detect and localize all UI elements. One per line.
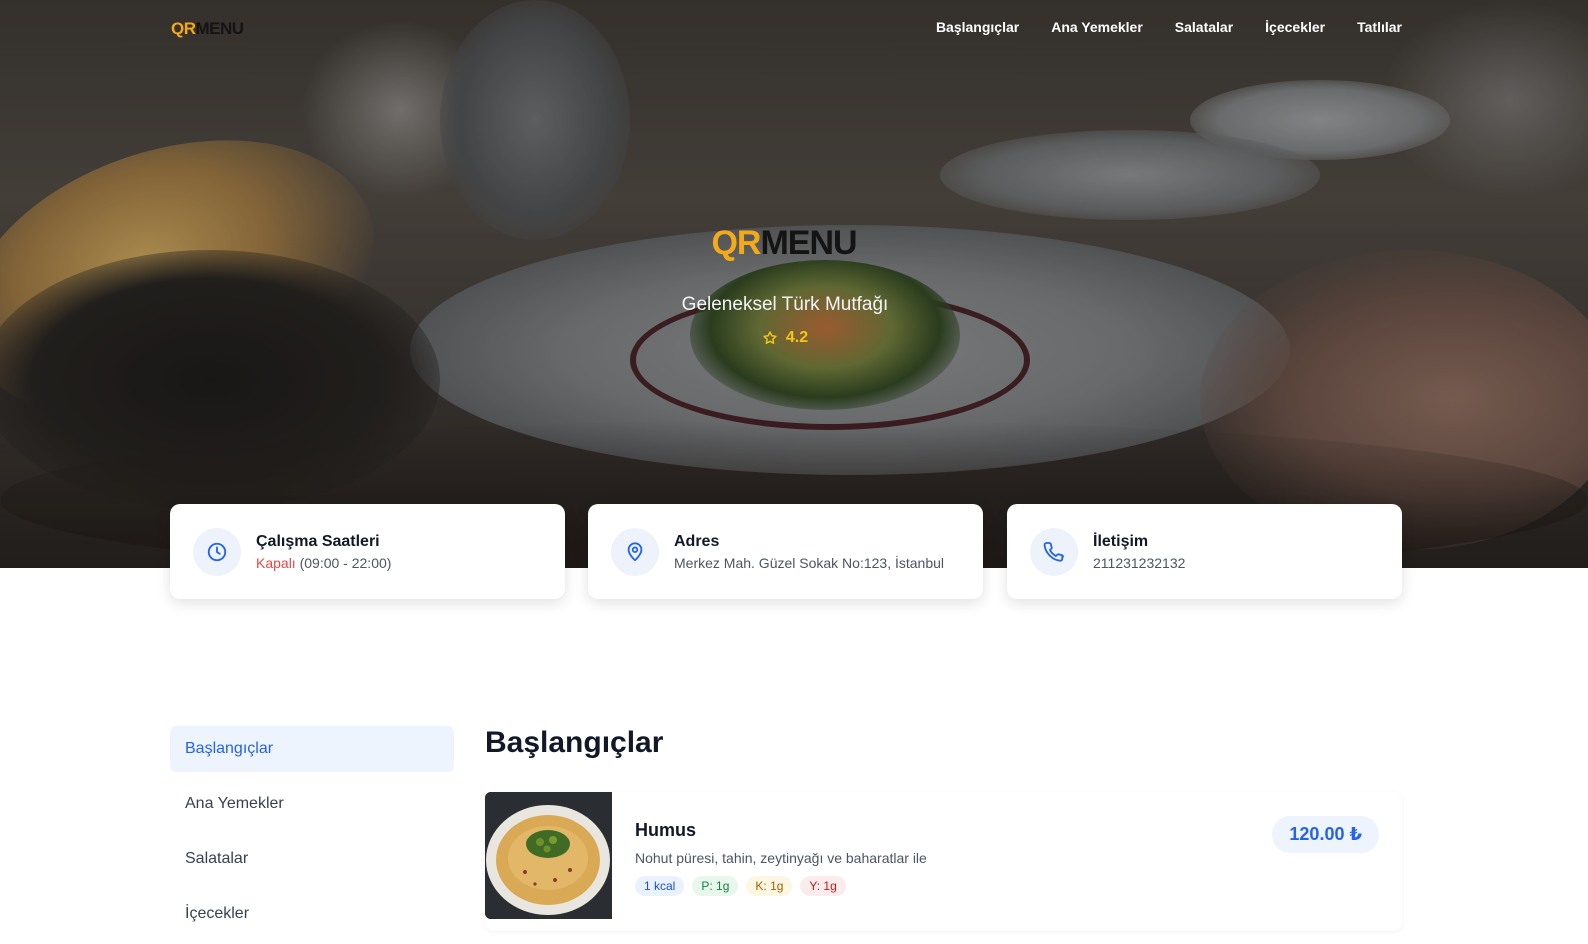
carb-badge: K: 1g <box>746 876 793 896</box>
dish-card[interactable]: Humus Nohut püresi, tahin, zeytinyağı ve… <box>485 792 1402 931</box>
nav-item-icecekler[interactable]: İçecekler <box>1265 19 1325 35</box>
sidebar-item-icecekler[interactable]: İçecekler <box>170 891 454 937</box>
hours-value: (09:00 - 22:00) <box>299 554 392 571</box>
address-card: Adres Merkez Mah. Güzel Sokak No:123, İs… <box>588 504 983 599</box>
protein-badge: P: 1g <box>692 876 739 896</box>
hero-logo: QRMENU <box>711 224 857 262</box>
fat-badge: Y: 1g <box>800 876 846 896</box>
clock-icon <box>193 527 241 576</box>
dish-name: Humus <box>635 820 697 840</box>
dish-description: Nohut püresi, tahin, zeytinyağı ve bahar… <box>635 850 927 866</box>
contact-title: İletişim <box>1093 532 1149 550</box>
nav-item-tatlilar[interactable]: Tatlılar <box>1357 19 1402 35</box>
hours-card: Çalışma Saatleri Kapalı (09:00 - 22:00) <box>170 504 565 599</box>
open-status: Kapalı <box>256 554 296 571</box>
nav-item-baslangiclar[interactable]: Başlangıçlar <box>936 19 1019 35</box>
sidebar-item-baslangiclar[interactable]: Başlangıçlar <box>170 726 454 772</box>
nav-item-salatalar[interactable]: Salatalar <box>1175 19 1233 35</box>
star-icon <box>763 331 777 344</box>
header-logo[interactable]: QR MENU <box>171 18 244 40</box>
map-pin-icon <box>611 527 659 576</box>
hours-title: Çalışma Saatleri <box>256 532 380 550</box>
phone-number[interactable]: 211231232132 <box>1093 555 1185 571</box>
hero-banner: QR MENU Başlangıçlar Ana Yemekler Salatal… <box>0 0 1588 568</box>
section-title: Başlangıçlar <box>485 726 664 759</box>
rating-value: 4.2 <box>785 329 809 346</box>
dish-image <box>485 792 612 919</box>
rating: 4.2 <box>0 329 1570 347</box>
sidebar-item-ana-yemekler[interactable]: Ana Yemekler <box>170 781 454 827</box>
nutrition-tags: 1 kcal P: 1g K: 1g Y: 1g <box>635 876 846 896</box>
address-value: Merkez Mah. Güzel Sokak No:123, İstanbul <box>674 554 945 571</box>
restaurant-subtitle: Geleneksel Türk Mutfağı <box>681 294 889 315</box>
price-badge: 120.00 ₺ <box>1272 816 1379 853</box>
phone-icon <box>1030 527 1078 576</box>
nav-item-ana-yemekler[interactable]: Ana Yemekler <box>1051 19 1143 35</box>
address-title: Adres <box>674 532 720 550</box>
top-nav: Başlangıçlar Ana Yemekler Salatalar İçec… <box>936 19 1402 35</box>
sidebar-item-salatalar[interactable]: Salatalar <box>170 836 454 882</box>
contact-card: İletişim 211231232132 <box>1007 504 1402 599</box>
kcal-badge: 1 kcal <box>635 876 685 896</box>
